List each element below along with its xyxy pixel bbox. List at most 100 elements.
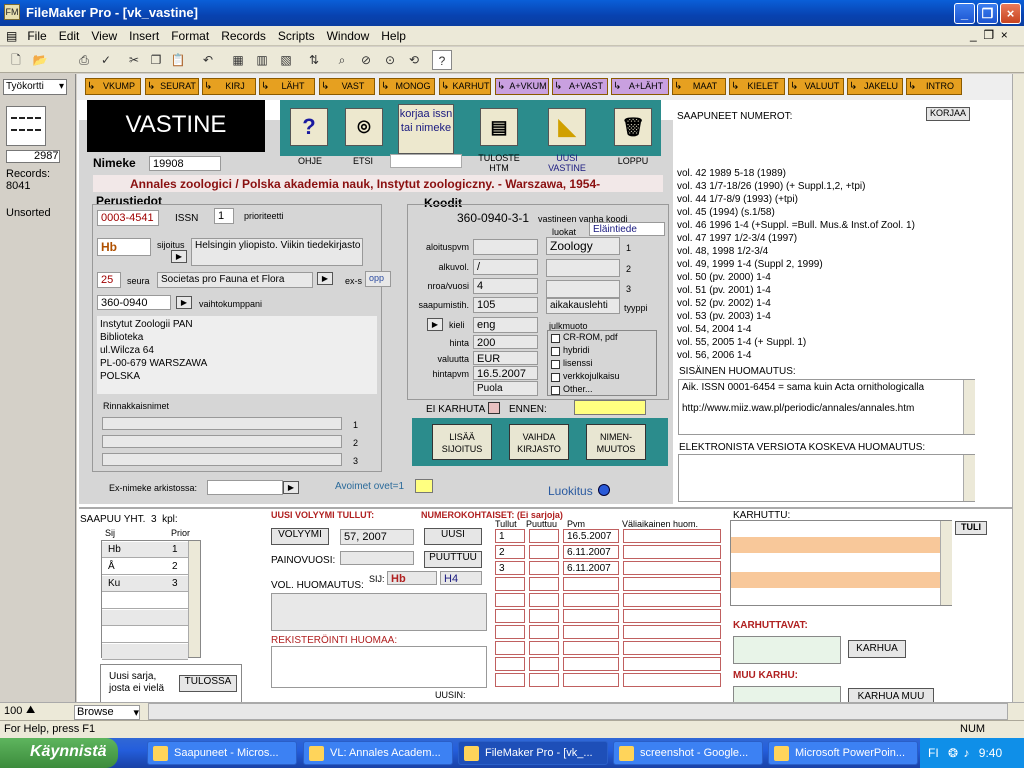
sisainen-field[interactable]: Aik. ISSN 0001-6454 = sama kuin Acta orn… — [678, 379, 975, 435]
num-cell[interactable] — [623, 561, 721, 575]
publication-title[interactable]: Annales zoologici / Polska akademia nauk… — [130, 177, 600, 191]
partner-arrow-button[interactable]: ▶ — [176, 296, 192, 309]
taskbar-item-active[interactable]: FileMaker Pro - [vk_... — [458, 741, 608, 765]
nav-button-karhut[interactable]: KARHUT — [439, 78, 491, 95]
start-button[interactable]: Käynnistä — [0, 738, 118, 768]
cut-icon[interactable]: ✂ — [124, 50, 144, 70]
num-cell[interactable] — [495, 609, 525, 623]
exnimeke-arrow-button[interactable]: ▶ — [283, 481, 299, 494]
rekisteri-field[interactable] — [271, 646, 487, 688]
uusi-button[interactable]: UUSI — [424, 528, 482, 545]
menu-records[interactable]: Records — [215, 26, 272, 43]
koodit-field[interactable]: 105 — [473, 297, 538, 313]
ennen-field[interactable] — [574, 400, 646, 415]
find-icon[interactable]: ⌕ — [332, 50, 352, 70]
trash-button[interactable]: 🗑 — [614, 108, 652, 146]
nav-button-lht[interactable]: LÄHT — [259, 78, 315, 95]
change-library-button[interactable]: VAIHDA KIRJASTO — [509, 424, 569, 460]
num-cell[interactable] — [623, 625, 721, 639]
num-cell[interactable] — [623, 593, 721, 607]
zoom-level[interactable]: 100 — [4, 705, 22, 717]
show-all-icon[interactable]: ⊙ — [380, 50, 400, 70]
nav-button-intro[interactable]: INTRO — [906, 78, 962, 95]
taskbar-item[interactable]: screenshot - Google... — [613, 741, 763, 765]
layout-select[interactable]: Työkortti ▾ — [3, 79, 67, 95]
num-cell[interactable] — [529, 609, 559, 623]
num-cell[interactable] — [623, 657, 721, 671]
volume-icon[interactable]: ♪ — [963, 746, 969, 760]
num-cell[interactable] — [495, 641, 525, 655]
korjaa-button[interactable]: KORJAA — [926, 107, 970, 121]
num-cell[interactable] — [529, 577, 559, 591]
delete-record-icon[interactable]: ▧ — [276, 50, 296, 70]
menu-edit[interactable]: Edit — [53, 26, 86, 43]
koodit-code[interactable]: 360-0940-3-1 — [457, 211, 529, 225]
undo-icon[interactable]: ↶ — [198, 50, 218, 70]
nav-button-valuut[interactable]: VALUUT — [788, 78, 844, 95]
taskbar-item[interactable]: Microsoft PowerPoin... — [768, 741, 918, 765]
menu-scripts[interactable]: Scripts — [272, 26, 321, 43]
book-icon[interactable] — [6, 106, 46, 146]
help-icon[interactable]: ? — [432, 50, 452, 70]
filemaker-app-icon[interactable]: FM — [4, 4, 20, 20]
num-cell[interactable] — [529, 641, 559, 655]
priority-field[interactable]: 1 — [214, 208, 234, 224]
num-cell[interactable] — [563, 593, 619, 607]
num-cell[interactable] — [529, 561, 559, 575]
sort-icon[interactable]: ⇅ — [304, 50, 324, 70]
num-cell[interactable] — [563, 641, 619, 655]
num-cell[interactable] — [623, 673, 721, 687]
new-vastine-button[interactable]: ◣ — [548, 108, 586, 146]
fix-issn-button[interactable]: korjaa issn tai nimeke — [398, 104, 454, 154]
num-cell[interactable]: 2 — [495, 545, 525, 559]
menu-window[interactable]: Window — [321, 26, 376, 43]
puola-field[interactable]: Puola — [473, 381, 538, 396]
nav-button-avkum[interactable]: A+VKUM — [495, 78, 549, 95]
issn-field[interactable]: 0003-4541 — [97, 210, 159, 226]
volumes-list[interactable]: vol. 42 1989 5-18 (1989) vol. 43 1/7-18/2… — [677, 123, 973, 365]
nav-button-monog[interactable]: MONOG — [379, 78, 435, 95]
karhuttu-list[interactable] — [730, 520, 952, 606]
num-cell[interactable] — [495, 625, 525, 639]
zoom-icon[interactable]: ⛰ — [26, 704, 35, 717]
window-title-bar[interactable]: FileMaker Pro - [vk_vastine] — [0, 0, 1024, 26]
koodit-field[interactable] — [473, 239, 538, 255]
elektroninen-field[interactable] — [678, 454, 975, 502]
close-button[interactable]: × — [1000, 3, 1021, 24]
sij-row[interactable]: Ku 3 — [102, 576, 188, 592]
issn-search-field[interactable] — [390, 154, 462, 168]
karhuttavat-field[interactable] — [733, 636, 841, 664]
julkmuoto-checkbox[interactable] — [551, 386, 560, 395]
rinnakkais-field-3[interactable] — [102, 453, 342, 466]
num-cell[interactable] — [529, 545, 559, 559]
num-cell[interactable] — [563, 609, 619, 623]
kieli-arrow-button[interactable]: ▶ — [427, 318, 443, 331]
sij-row[interactable] — [102, 644, 188, 660]
new-record-icon[interactable]: ▦ — [228, 50, 248, 70]
painovuosi-field[interactable] — [340, 551, 414, 565]
tyyppi-field[interactable]: aikakauslehti — [546, 298, 620, 314]
document-icon[interactable]: ▤ — [0, 26, 21, 43]
sij-scrollbar[interactable] — [188, 541, 200, 657]
num-cell[interactable] — [563, 657, 619, 671]
seura-arrow-button[interactable]: ▶ — [317, 272, 333, 285]
nav-button-maat[interactable]: MAAT — [672, 78, 726, 95]
nav-button-kielet[interactable]: KIELET — [729, 78, 785, 95]
luokitus-button[interactable] — [598, 484, 610, 496]
taskbar-item[interactable]: VL: Annales Academ... — [303, 741, 453, 765]
sij-row[interactable] — [102, 627, 188, 643]
num-cell[interactable] — [623, 529, 721, 543]
add-location-button[interactable]: LISÄÄ SIJOITUS — [432, 424, 492, 460]
exnimeke-field[interactable] — [207, 480, 283, 495]
rinnakkais-field-2[interactable] — [102, 435, 342, 448]
num-cell[interactable] — [495, 673, 525, 687]
rinnakkais-field-1[interactable] — [102, 417, 342, 430]
num-cell[interactable] — [623, 577, 721, 591]
language-indicator[interactable]: FI — [928, 746, 939, 760]
num-cell[interactable] — [529, 593, 559, 607]
num-cell[interactable] — [529, 625, 559, 639]
num-cell[interactable] — [623, 545, 721, 559]
koodit-field[interactable]: 16.5.2007 — [473, 366, 538, 380]
nimeke-field[interactable]: 19908 — [149, 156, 221, 171]
menu-view[interactable]: View — [85, 26, 123, 43]
